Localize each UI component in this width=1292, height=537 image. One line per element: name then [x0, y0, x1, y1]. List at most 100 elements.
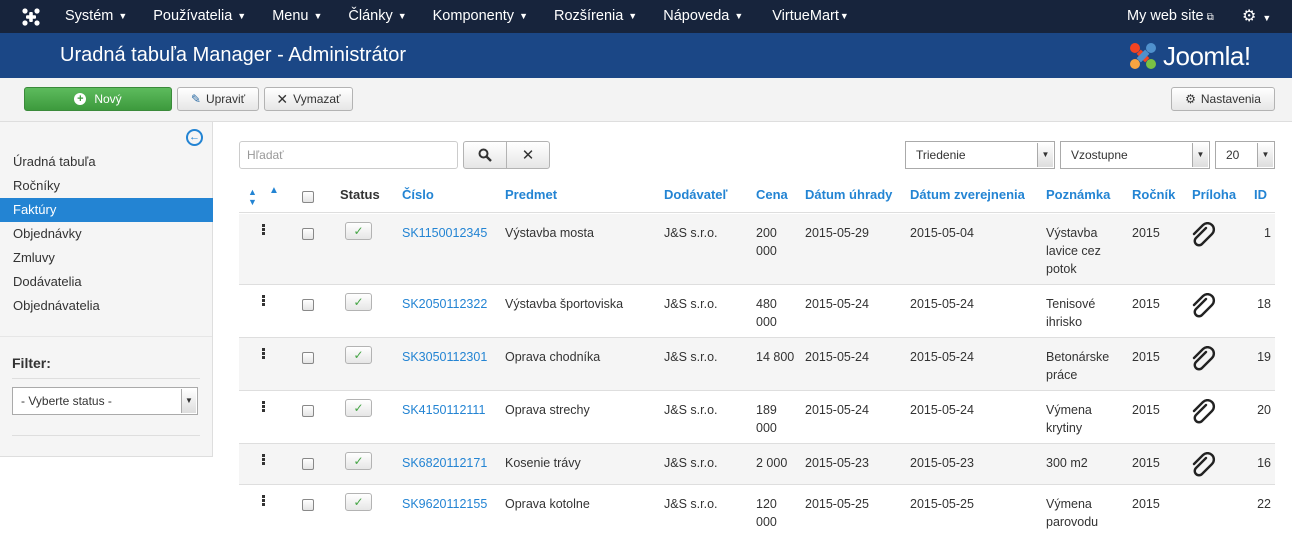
- paperclip-icon[interactable]: [1189, 452, 1217, 480]
- menu-help[interactable]: Nápoveda ▼: [650, 0, 756, 33]
- subject-cell: Výstavba mosta: [505, 226, 594, 240]
- row-checkbox[interactable]: [302, 499, 314, 511]
- select-all-checkbox[interactable]: [302, 191, 314, 203]
- user-settings-menu[interactable]: ⚙ ▼: [1242, 0, 1271, 35]
- year-cell: 2015: [1132, 297, 1160, 311]
- paperclip-icon[interactable]: [1189, 293, 1217, 321]
- my-web-site-link[interactable]: My web site ⧉: [1127, 0, 1214, 34]
- sort-ascending-icon[interactable]: ▲: [269, 185, 279, 196]
- published-toggle[interactable]: ✓: [345, 346, 372, 364]
- row-checkbox[interactable]: [302, 228, 314, 240]
- search-button[interactable]: [463, 141, 507, 169]
- drag-handle-icon[interactable]: [262, 401, 266, 413]
- th-due-date[interactable]: Dátum úhrady: [805, 187, 892, 202]
- top-navbar: Systém ▼ Používatelia ▼ Menu ▼ Články ▼ Komp…: [0, 0, 1292, 33]
- menu-system[interactable]: Systém ▼: [52, 0, 140, 33]
- menu-components[interactable]: Komponenty ▼: [420, 0, 541, 33]
- edit-button[interactable]: ✎ Upraviť: [177, 87, 259, 111]
- published-date-cell: 2015-05-24: [910, 350, 974, 364]
- row-checkbox[interactable]: [302, 458, 314, 470]
- sidebar-item-objednavky[interactable]: Objednávky: [0, 222, 213, 246]
- search-input[interactable]: Hľadať: [239, 141, 458, 169]
- supplier-cell: J&S s.r.o.: [664, 226, 718, 240]
- price-cell: 189 000: [756, 403, 777, 435]
- menu-label: Používatelia: [153, 8, 233, 24]
- th-subject[interactable]: Predmet: [505, 187, 557, 202]
- external-link-icon: ⧉: [1206, 12, 1214, 23]
- sidebar-item-uradna-tabula[interactable]: Úradná tabuľa: [0, 150, 213, 174]
- paperclip-icon[interactable]: [1189, 346, 1217, 374]
- menu-label: VirtueMart: [772, 8, 839, 24]
- published-toggle[interactable]: ✓: [345, 452, 372, 470]
- status-filter-select[interactable]: - Vyberte status - ▼: [12, 387, 198, 415]
- search-icon: [478, 148, 492, 162]
- drag-handle-icon[interactable]: [262, 495, 266, 507]
- invoice-number-link[interactable]: SK6820112171: [402, 454, 487, 472]
- chevron-down-icon: ▼: [1192, 143, 1208, 167]
- sidebar-item-rocniky[interactable]: Ročníky: [0, 174, 213, 198]
- table-row: ✓ SK2050112322 Výstavba športoviska J&S …: [239, 285, 1275, 338]
- subject-cell: Oprava chodníka: [505, 350, 601, 364]
- invoice-number-link[interactable]: SK1150012345: [402, 224, 487, 242]
- paperclip-icon[interactable]: [1189, 399, 1217, 427]
- sidebar-item-dodavatelia[interactable]: Dodávatelia: [0, 270, 213, 294]
- sidebar-item-zmluvy[interactable]: Zmluvy: [0, 246, 213, 270]
- drag-handle-icon[interactable]: [262, 348, 266, 360]
- due-date-cell: 2015-05-29: [805, 226, 869, 240]
- edit-icon: ✎: [190, 92, 201, 106]
- menu-articles[interactable]: Články ▼: [335, 0, 419, 33]
- new-button[interactable]: + Nový: [24, 87, 172, 111]
- drag-handle-icon[interactable]: [262, 454, 266, 466]
- th-price[interactable]: Cena: [756, 187, 788, 202]
- th-published-date[interactable]: Dátum zverejnenia: [910, 187, 1025, 202]
- paperclip-icon[interactable]: [1189, 222, 1217, 250]
- th-supplier[interactable]: Dodávateľ: [664, 187, 728, 202]
- row-checkbox[interactable]: [302, 352, 314, 364]
- caret-down-icon: ▼: [118, 11, 128, 21]
- invoice-number-link[interactable]: SK2050112322: [402, 295, 487, 313]
- row-checkbox[interactable]: [302, 405, 314, 417]
- menu-users[interactable]: Používatelia ▼: [140, 0, 259, 33]
- menu-menus[interactable]: Menu ▼: [259, 0, 335, 33]
- table-header: ▲ ▼ ▲ Status Číslo Predmet Dodávateľ Cena…: [239, 176, 1275, 213]
- direction-select[interactable]: Vzostupne ▼: [1060, 141, 1210, 169]
- collapse-sidebar-icon[interactable]: ←: [186, 129, 203, 146]
- limit-select[interactable]: 20 ▼: [1215, 141, 1275, 169]
- due-date-cell: 2015-05-24: [805, 350, 869, 364]
- menu-extensions[interactable]: Rozšírenia ▼: [541, 0, 650, 33]
- published-toggle[interactable]: ✓: [345, 293, 372, 311]
- invoice-number-link[interactable]: SK3050112301: [402, 348, 487, 366]
- joomla-logo-icon[interactable]: [20, 6, 42, 28]
- gear-icon: ⚙: [1185, 92, 1196, 106]
- options-button[interactable]: ⚙ Nastavenia: [1171, 87, 1275, 111]
- price-cell: 14 800: [756, 350, 795, 364]
- published-toggle[interactable]: ✓: [345, 493, 372, 511]
- th-attachment[interactable]: Príloha: [1192, 187, 1236, 202]
- sort-order-icon[interactable]: ▲ ▼: [248, 187, 257, 207]
- joomla-brand: Joomla!: [1127, 38, 1251, 74]
- published-toggle[interactable]: ✓: [345, 399, 372, 417]
- th-note[interactable]: Poznámka: [1046, 187, 1110, 202]
- th-status[interactable]: Status: [340, 187, 380, 202]
- delete-button[interactable]: ✕ Vymazať: [264, 87, 353, 111]
- menu-label: Rozšírenia: [553, 8, 624, 24]
- th-id[interactable]: ID: [1254, 187, 1267, 202]
- menu-virtuemart[interactable]: VirtueMart▼: [756, 0, 862, 33]
- th-year[interactable]: Ročník: [1132, 187, 1175, 202]
- drag-handle-icon[interactable]: [262, 224, 266, 236]
- chevron-down-icon: ▼: [181, 389, 196, 413]
- clear-search-button[interactable]: ✕: [506, 141, 550, 169]
- supplier-cell: J&S s.r.o.: [664, 456, 718, 470]
- chevron-down-icon: ▼: [1037, 143, 1053, 167]
- published-toggle[interactable]: ✓: [345, 222, 372, 240]
- row-checkbox[interactable]: [302, 299, 314, 311]
- price-cell: 200 000: [756, 226, 777, 258]
- drag-handle-icon[interactable]: [262, 295, 266, 307]
- sidebar-item-faktury[interactable]: Faktúry: [0, 198, 213, 222]
- sort-select[interactable]: Triedenie ▼: [905, 141, 1055, 169]
- sidebar-item-objednavatelia[interactable]: Objednávatelia: [0, 294, 213, 318]
- invoice-number-link[interactable]: SK9620112155: [402, 495, 487, 513]
- invoice-number-link[interactable]: SK4150112111: [402, 401, 485, 419]
- th-number[interactable]: Číslo: [402, 187, 434, 202]
- due-date-cell: 2015-05-25: [805, 497, 869, 511]
